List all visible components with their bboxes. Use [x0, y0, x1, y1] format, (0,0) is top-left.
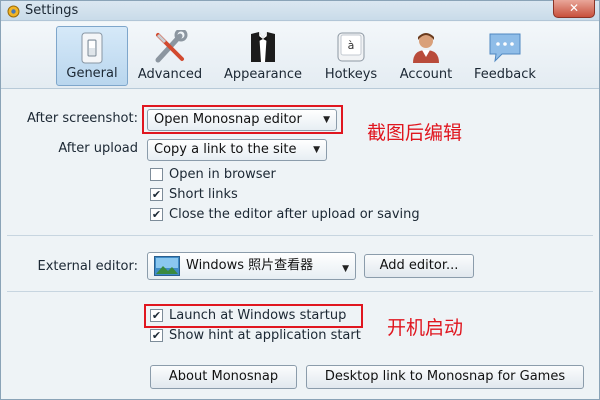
open-in-browser-checkbox[interactable]: [150, 168, 163, 181]
chevron-down-icon: ▼: [313, 145, 320, 155]
section-divider: [7, 235, 593, 236]
close-button[interactable]: ✕: [553, 0, 595, 18]
desktop-link-button[interactable]: Desktop link to Monosnap for Games: [306, 365, 584, 389]
user-avatar-icon: [413, 33, 439, 63]
after-screenshot-label: After screenshot:: [26, 111, 138, 126]
settings-window: Settings ✕ General Advanced Appearance à…: [0, 0, 600, 400]
short-links-label: Short links: [169, 187, 238, 202]
startup-highlight-box: [144, 304, 363, 328]
add-editor-button[interactable]: Add editor...: [364, 254, 474, 278]
short-links-checkbox[interactable]: ✔: [150, 188, 163, 201]
show-hint-label: Show hint at application start: [169, 328, 361, 343]
open-in-browser-row[interactable]: Open in browser: [150, 167, 350, 183]
after-upload-label: After upload: [58, 141, 138, 156]
toolbar-divider: [1, 88, 599, 89]
chevron-down-icon: ▼: [342, 264, 349, 274]
keyboard-key-icon: à: [337, 32, 365, 62]
open-in-browser-label: Open in browser: [169, 167, 276, 182]
tab-general-label: General: [66, 66, 118, 81]
tab-advanced-label: Advanced: [137, 67, 203, 82]
tab-feedback[interactable]: Feedback: [467, 26, 543, 86]
light-switch-icon: [81, 32, 103, 64]
section-divider: [7, 291, 593, 292]
tuxedo-icon: [251, 32, 275, 62]
tab-general[interactable]: General: [56, 26, 128, 86]
window-title: Settings: [25, 3, 79, 18]
tab-account[interactable]: Account: [393, 26, 459, 86]
tab-advanced[interactable]: Advanced: [134, 26, 206, 86]
speech-bubble-icon: [489, 33, 521, 63]
tab-hotkeys[interactable]: à Hotkeys: [317, 26, 385, 86]
about-monosnap-button[interactable]: About Monosnap: [150, 365, 297, 389]
photo-viewer-icon: [154, 256, 180, 276]
tab-appearance-label: Appearance: [223, 67, 303, 82]
tab-account-label: Account: [399, 67, 453, 82]
close-editor-row[interactable]: ✔ Close the editor after upload or savin…: [150, 207, 450, 223]
close-editor-label: Close the editor after upload or saving: [169, 207, 420, 222]
short-links-row[interactable]: ✔ Short links: [150, 187, 350, 203]
title-bar[interactable]: Settings ✕: [1, 0, 599, 21]
tab-appearance[interactable]: Appearance: [219, 26, 307, 86]
show-hint-row[interactable]: ✔ Show hint at application start: [150, 328, 380, 344]
show-hint-checkbox[interactable]: ✔: [150, 329, 163, 342]
app-icon: [7, 5, 20, 18]
external-editor-label: External editor:: [37, 259, 138, 274]
external-editor-value: Windows 照片查看器: [186, 258, 314, 273]
close-editor-checkbox[interactable]: ✔: [150, 208, 163, 221]
svg-text:à: à: [348, 39, 355, 52]
after-upload-value: Copy a link to the site: [154, 142, 297, 157]
screenshot-annotation: 截图后编辑: [367, 122, 463, 144]
wrench-screwdriver-icon: [155, 30, 188, 63]
tab-feedback-label: Feedback: [474, 67, 536, 82]
settings-toolbar: General Advanced Appearance à Hotkeys Ac…: [1, 22, 599, 88]
startup-annotation: 开机启动: [387, 317, 464, 339]
screenshot-highlight-box: [142, 105, 343, 134]
tab-hotkeys-label: Hotkeys: [324, 67, 378, 82]
external-editor-select[interactable]: Windows 照片查看器 ▼: [147, 252, 356, 280]
after-upload-select[interactable]: Copy a link to the site ▼: [147, 139, 327, 161]
